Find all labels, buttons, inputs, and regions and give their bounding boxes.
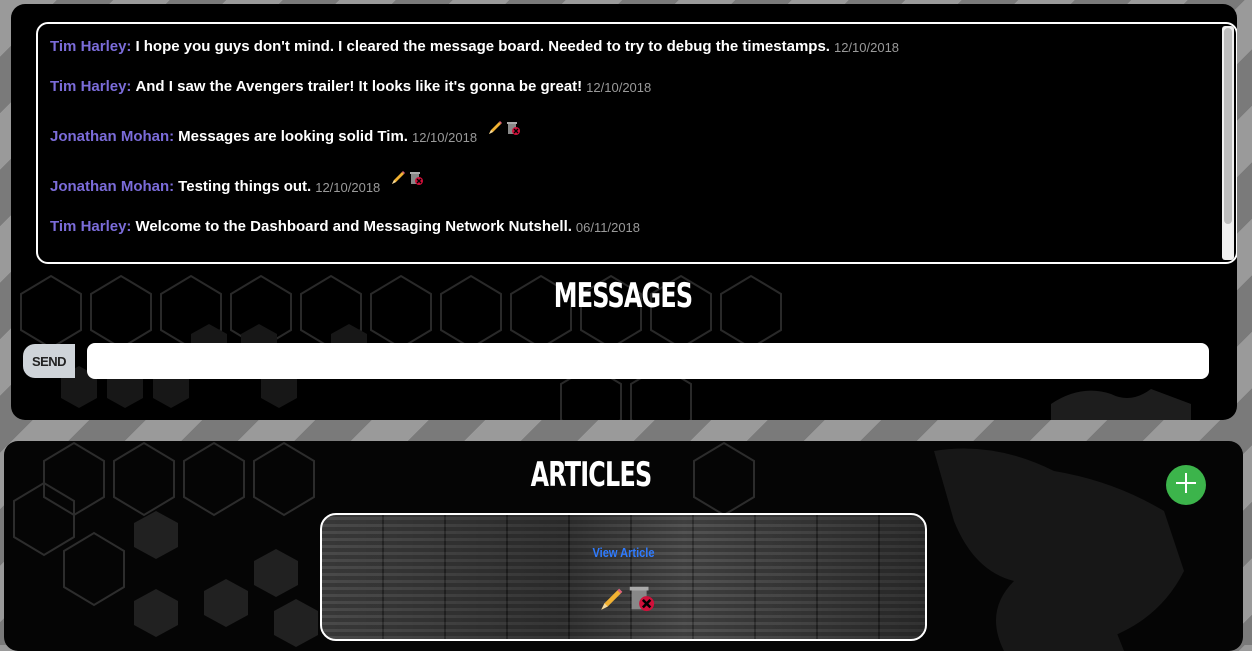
- pencil-icon[interactable]: [390, 170, 406, 190]
- message-date: 12/10/2018: [315, 180, 381, 195]
- message-author: Jonathan Mohan:: [50, 128, 175, 145]
- message-text: Testing things out.: [178, 178, 312, 195]
- scrollbar-thumb[interactable]: [1224, 28, 1232, 224]
- message-item: Tim Harley: I hope you guys don't mind. …: [50, 32, 1216, 72]
- message-scrollbar[interactable]: [1222, 26, 1234, 260]
- messages-panel: Tim Harley: I hope you guys don't mind. …: [11, 4, 1237, 420]
- message-author: Tim Harley:: [50, 38, 132, 55]
- message-item: Tim Harley: And I saw the Avengers trail…: [50, 72, 1216, 122]
- messages-title: MESSAGES: [553, 276, 693, 316]
- message-date: 06/11/2018: [575, 220, 641, 235]
- message-date: 12/10/2018: [411, 130, 478, 145]
- message-text: I hope you guys don't mind. I cleared th…: [135, 38, 830, 55]
- message-author: Jonathan Mohan:: [50, 178, 175, 195]
- message-board[interactable]: Tim Harley: I hope you guys don't mind. …: [36, 22, 1237, 264]
- message-author: Tim Harley:: [50, 78, 132, 95]
- message-actions: [390, 170, 424, 190]
- message-date: 12/10/2018: [586, 80, 652, 95]
- newspaper-image: [322, 515, 925, 639]
- view-article-link[interactable]: View Article: [367, 545, 880, 560]
- pencil-icon[interactable]: [487, 120, 503, 140]
- plus-icon: [1175, 472, 1197, 498]
- articles-panel: ARTICLES View Article: [4, 441, 1243, 651]
- articles-title: ARTICLES: [530, 455, 653, 495]
- article-actions: [598, 583, 656, 617]
- message-list: Tim Harley: I hope you guys don't mind. …: [50, 32, 1216, 252]
- message-input[interactable]: [87, 343, 1209, 379]
- pencil-icon[interactable]: [598, 587, 624, 617]
- send-button[interactable]: SEND: [23, 344, 75, 378]
- trash-icon[interactable]: [505, 120, 521, 140]
- message-item: Jonathan Mohan: Messages are looking sol…: [50, 120, 1216, 172]
- message-author: Tim Harley:: [50, 218, 132, 235]
- message-date: 12/10/2018: [833, 40, 900, 55]
- trash-icon[interactable]: [626, 583, 656, 617]
- article-card: View Article: [320, 513, 927, 641]
- message-text: Messages are looking solid Tim.: [178, 128, 408, 145]
- message-item: Tim Harley: Welcome to the Dashboard and…: [50, 212, 1216, 252]
- message-actions: [487, 120, 521, 140]
- message-text: And I saw the Avengers trailer! It looks…: [135, 78, 583, 95]
- add-article-button[interactable]: [1166, 465, 1206, 505]
- message-item: Jonathan Mohan: Testing things out. 12/1…: [50, 170, 1216, 212]
- trash-icon[interactable]: [408, 170, 424, 190]
- message-text: Welcome to the Dashboard and Messaging N…: [135, 218, 572, 235]
